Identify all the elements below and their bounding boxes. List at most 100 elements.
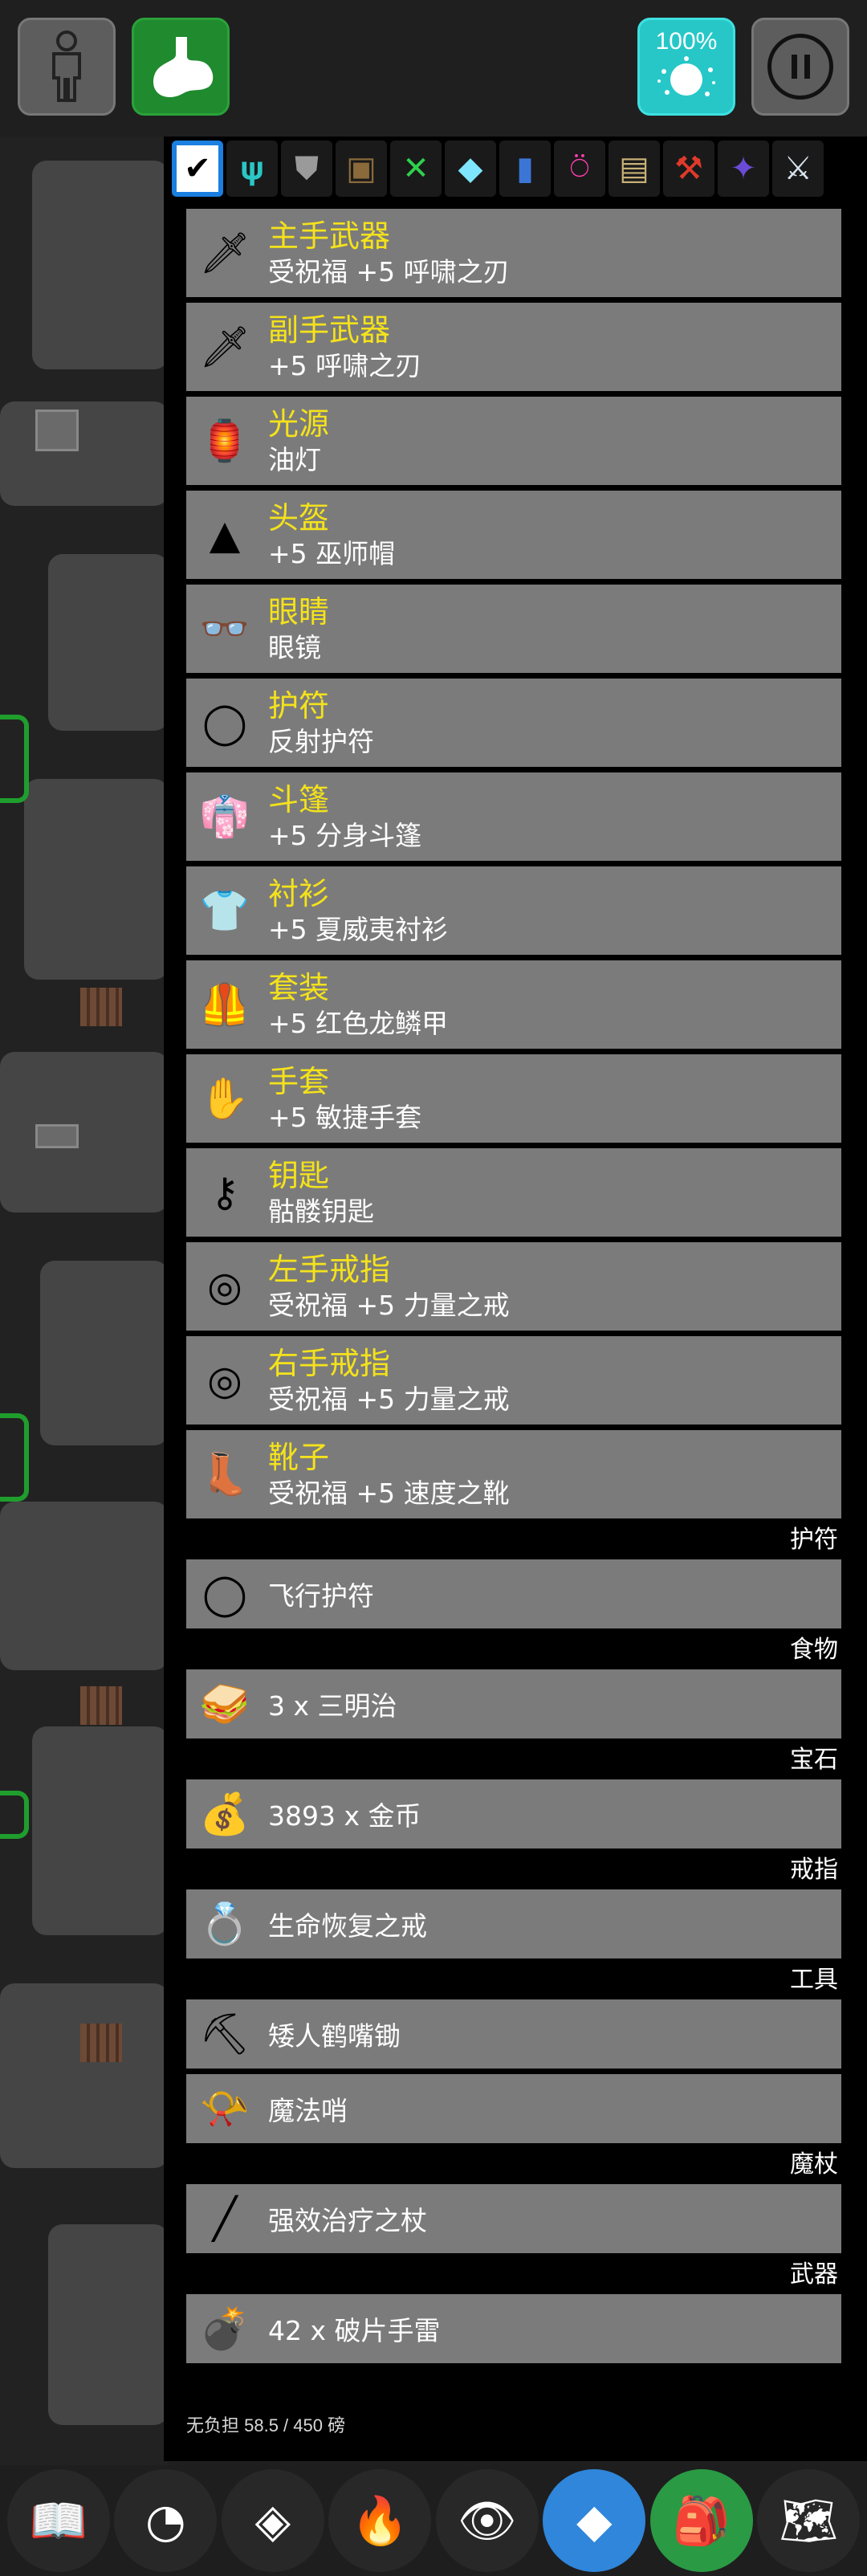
inventory-panel: ✔ 𝛙 ⛊ ▣ ✕ ◆ ▮ ⍥ ▤ ⚒ ✦ ⚔ 🗡 主手武器 受祝福 +5 呼啸之刃 🗡 副手武器 +5 呼啸之… xyxy=(164,137,867,2461)
category-header: 宝石 xyxy=(790,1746,838,1774)
health-status-button[interactable]: 100% xyxy=(637,18,735,116)
food-icon: ✕ xyxy=(402,150,429,187)
equipment-slot[interactable]: ◎ 左手戒指 受祝福 +5 力量之戒 xyxy=(186,1242,841,1331)
category-header: 武器 xyxy=(790,2260,838,2289)
wand-icon: ✦ xyxy=(730,150,757,187)
map-rock xyxy=(0,1502,169,1670)
equipment-slot[interactable]: ◯ 护符 反射护符 xyxy=(186,679,841,767)
slot-item: +5 巫师帽 xyxy=(268,538,396,569)
slot-item: +5 敏捷手套 xyxy=(268,1102,422,1133)
campfire-button[interactable]: 🔥 xyxy=(328,2469,432,2572)
filter-check[interactable]: ✔ xyxy=(172,141,223,197)
key-icon: ⚷ xyxy=(210,1169,240,1216)
inventory-item[interactable]: ⛏ 矮人鹤嘴锄 xyxy=(186,1999,841,2069)
hunger-status-button[interactable] xyxy=(132,18,230,116)
layers-icon: ◆ xyxy=(576,2493,613,2548)
tool-icon: ⚒ xyxy=(674,150,703,187)
map-bookshelf xyxy=(80,988,122,1026)
equipment-slot[interactable]: ⚷ 钥匙 骷髅钥匙 xyxy=(186,1148,841,1237)
slot-item: 骷髅钥匙 xyxy=(268,1196,374,1227)
filter-potion[interactable]: ▮ xyxy=(499,141,551,197)
filter-armor[interactable]: ▣ xyxy=(336,141,387,197)
slot-item: 受祝福 +5 力量之戒 xyxy=(268,1384,510,1415)
filter-ring[interactable]: ⍥ xyxy=(554,141,605,197)
map-rock xyxy=(48,554,169,731)
slot-name: 右手戒指 xyxy=(268,1346,391,1381)
person-icon xyxy=(52,31,81,102)
item-label: 生命恢复之戒 xyxy=(268,1910,427,1942)
equipment-slot[interactable]: ◎ 右手戒指 受祝福 +5 力量之戒 xyxy=(186,1336,841,1425)
campfire-icon: 🔥 xyxy=(351,2492,409,2548)
slot-text: 副手武器 +5 呼啸之刃 xyxy=(268,311,421,383)
ring-icon: ⍥ xyxy=(570,150,589,187)
item-label: 飞行护符 xyxy=(268,1580,374,1612)
equipment-slot[interactable]: 🏮 光源 油灯 xyxy=(186,397,841,485)
item-label: 3893 x 金币 xyxy=(268,1800,421,1832)
bottom-toolbar: 📖 ◔ ◈ 🔥 👁 ◆ 🎒 🗺 xyxy=(0,2465,867,2576)
inventory-item[interactable]: 💣 42 x 破片手雷 xyxy=(186,2294,841,2363)
filter-weapon[interactable]: ⚔ xyxy=(772,141,824,197)
equipment-slot[interactable]: 🗡 副手武器 +5 呼啸之刃 xyxy=(186,303,841,391)
glove-icon: ✋ xyxy=(199,1074,250,1122)
head-button[interactable]: ◔ xyxy=(114,2469,218,2572)
equipment-slot[interactable]: ▲ 头盔 +5 巫师帽 xyxy=(186,491,841,579)
filter-shield[interactable]: ⛊ xyxy=(281,141,332,197)
filter-wand[interactable]: ✦ xyxy=(718,141,769,197)
equipment-slot[interactable]: 👕 衬衫 +5 夏威夷衬衫 xyxy=(186,866,841,955)
item-text: 3893 x 金币 xyxy=(268,1795,421,1833)
slot-text: 手套 +5 敏捷手套 xyxy=(268,1062,421,1135)
book-button[interactable]: 📖 xyxy=(6,2469,110,2572)
inventory-bag-button[interactable]: 🎒 xyxy=(649,2469,753,2572)
slot-name: 钥匙 xyxy=(268,1158,330,1193)
potion-icon: ▮ xyxy=(515,150,534,187)
category-header: 魔杖 xyxy=(790,2150,838,2179)
filter-food[interactable]: ✕ xyxy=(390,141,442,197)
inventory-item[interactable]: 📯 魔法哨 xyxy=(186,2074,841,2143)
look-button[interactable]: 👁 xyxy=(435,2469,539,2572)
slot-text: 靴子 受祝福 +5 速度之靴 xyxy=(268,1438,510,1510)
equipment-slot[interactable]: 👘 斗篷 +5 分身斗篷 xyxy=(186,772,841,861)
equipment-slot[interactable]: 👓 眼睛 眼镜 xyxy=(186,585,841,673)
filter-tool[interactable]: ⚒ xyxy=(663,141,714,197)
layers-button[interactable]: ◆ xyxy=(543,2469,646,2572)
filter-amulet[interactable]: 𝛙 xyxy=(226,141,278,197)
equipment-slot[interactable]: ✋ 手套 +5 敏捷手套 xyxy=(186,1054,841,1143)
equipment-slot[interactable]: 👢 靴子 受祝福 +5 速度之靴 xyxy=(186,1430,841,1518)
amulet-icon: ◯ xyxy=(202,699,247,746)
slot-item: 受祝福 +5 力量之戒 xyxy=(268,1290,510,1321)
equipment-slot[interactable]: 🦺 套装 +5 红色龙鳞甲 xyxy=(186,960,841,1049)
book-icon: 📖 xyxy=(29,2492,88,2548)
category-header: 戒指 xyxy=(790,1856,838,1884)
pause-button[interactable] xyxy=(751,18,849,116)
armor-icon: ▣ xyxy=(346,150,377,187)
inventory-item[interactable]: 💍 生命恢复之戒 xyxy=(186,1889,841,1958)
item-text: 强效治疗之杖 xyxy=(268,2199,427,2238)
inventory-bag-icon: 🎒 xyxy=(672,2492,731,2548)
dungeon-map[interactable] xyxy=(0,137,169,2465)
inventory-item[interactable]: 💰 3893 x 金币 xyxy=(186,1779,841,1848)
category-header: 工具 xyxy=(790,1966,838,1994)
amulet-icon: 𝛙 xyxy=(240,150,264,187)
wand-icon: ╱ xyxy=(212,2195,238,2242)
slot-text: 右手戒指 受祝福 +5 力量之戒 xyxy=(268,1344,510,1416)
scroll-icon: ▤ xyxy=(619,150,649,187)
filter-scroll[interactable]: ▤ xyxy=(609,141,660,197)
map-button[interactable]: 🗺 xyxy=(757,2469,861,2572)
character-button[interactable] xyxy=(18,18,116,116)
equipment-slot[interactable]: 🗡 主手武器 受祝福 +5 呼啸之刃 xyxy=(186,209,841,297)
slot-item: +5 夏威夷衬衫 xyxy=(268,914,449,945)
inventory-list: 🗡 主手武器 受祝福 +5 呼啸之刃 🗡 副手武器 +5 呼啸之刃 🏮 光源 油灯 ▲ 头盔 +5 巫… xyxy=(186,209,845,2369)
filter-gem[interactable]: ◆ xyxy=(445,141,496,197)
inventory-item[interactable]: ╱ 强效治疗之杖 xyxy=(186,2184,841,2253)
inventory-item[interactable]: ◯ 飞行护符 xyxy=(186,1559,841,1628)
skill-button[interactable]: ◈ xyxy=(221,2469,324,2572)
map-door xyxy=(0,1413,29,1502)
item-text: 矮人鹤嘴锄 xyxy=(268,2015,401,2053)
check-icon: ✔ xyxy=(184,150,211,187)
item-text: 飞行护符 xyxy=(268,1575,374,1613)
inventory-item[interactable]: 🥪 3 x 三明治 xyxy=(186,1669,841,1738)
map-door xyxy=(0,715,29,803)
slot-name: 副手武器 xyxy=(268,312,391,348)
look-icon: 👁 xyxy=(457,2492,517,2548)
burst-icon xyxy=(657,56,715,96)
